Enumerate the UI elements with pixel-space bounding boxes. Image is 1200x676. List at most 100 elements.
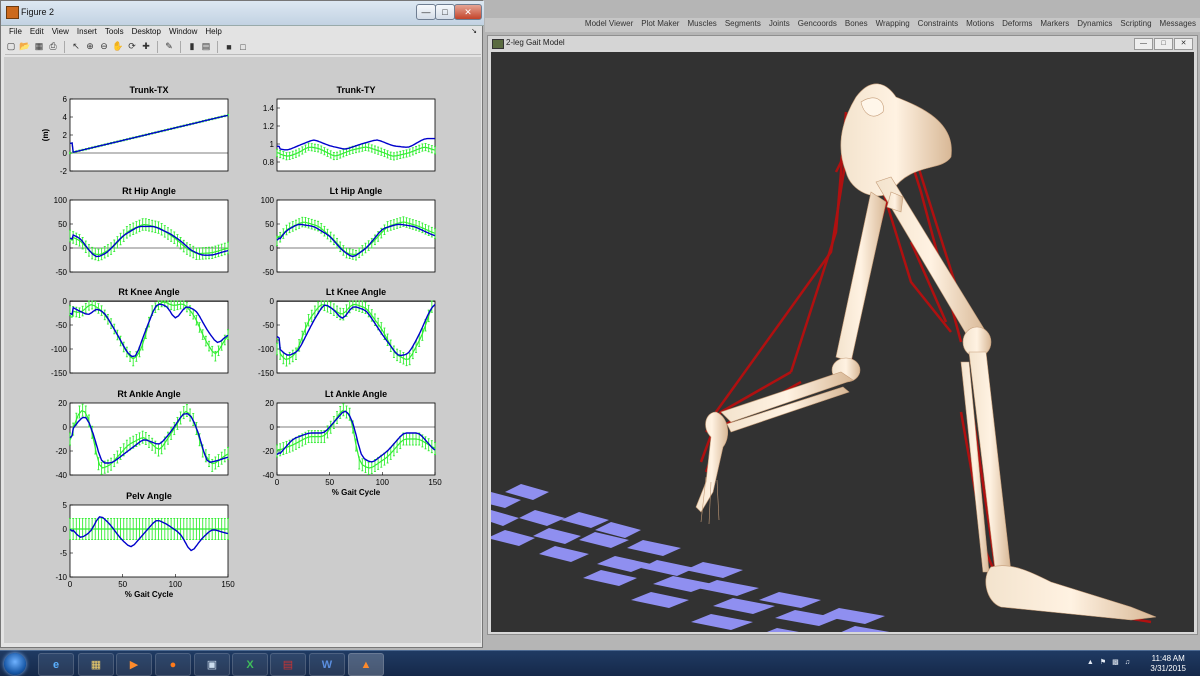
new-figure-icon[interactable]: ▢ — [5, 41, 17, 53]
plot-title: Trunk-TY — [336, 85, 375, 95]
x-tick-label: 0 — [68, 580, 73, 589]
system-tray: ▲ ⚑ ▩ ♫ — [1087, 658, 1130, 667]
app-menu-joints[interactable]: Joints — [765, 18, 794, 32]
volume-icon[interactable]: ♫ — [1125, 659, 1130, 666]
app-menu-model-viewer[interactable]: Model Viewer — [581, 18, 637, 32]
zoom-in-icon[interactable]: ⊕ — [84, 41, 96, 53]
word-taskbar-icon[interactable]: W — [309, 653, 345, 676]
y-tick-label: -5 — [60, 549, 68, 558]
figure-menu-edit[interactable]: Edit — [26, 26, 48, 39]
window-taskbar-icon[interactable]: ▣ — [194, 653, 230, 676]
y-tick-label: 20 — [265, 399, 274, 408]
app-menu-motions[interactable]: Motions — [962, 18, 998, 32]
clock[interactable]: 11:48 AM 3/31/2015 — [1150, 654, 1186, 674]
colorbar-icon[interactable]: ▮ — [186, 41, 198, 53]
close-button[interactable]: ✕ — [454, 4, 482, 20]
figure-window: Figure 2 — □ ✕ File Edit View Insert Tools De… — [0, 0, 484, 648]
legend-icon[interactable]: ▤ — [200, 41, 212, 53]
mv-close-button[interactable]: ✕ — [1174, 38, 1193, 50]
mv-maximize-button[interactable]: □ — [1154, 38, 1173, 50]
y-tick-label: -150 — [51, 369, 68, 378]
taskbar: e ▦ ▶ ● ▣ X ▤ W ▲ ▲ ⚑ ▩ ♫ 11:48 AM 3/31/… — [0, 650, 1200, 676]
minimize-button[interactable]: — — [416, 4, 436, 20]
subplot-trunk-tx: Trunk-TX -2 0 2 4 6 (m) — [41, 85, 229, 176]
save-icon[interactable]: ▦ — [33, 41, 45, 53]
app-menubar: Model Viewer Plot Maker Muscles Segments Joi… — [485, 18, 1200, 32]
subplot-lt-hip-angle: Lt Hip Angle -50 0 50 100 — [261, 186, 436, 277]
app-menu-dynamics[interactable]: Dynamics — [1073, 18, 1116, 32]
hide-plot-tools-icon[interactable]: ■ — [223, 41, 235, 53]
mv-minimize-button[interactable]: — — [1134, 38, 1153, 50]
app-menu-scripting[interactable]: Scripting — [1116, 18, 1155, 32]
flag-icon[interactable]: ⚑ — [1100, 658, 1106, 666]
figure-canvas: Trunk-TX -2 0 2 4 6 (m) Trunk-TY 0.8 1 1.2 1.4 Rt Hi… — [4, 57, 481, 643]
data-cursor-icon[interactable]: ✚ — [140, 41, 152, 53]
figure-menu-insert[interactable]: Insert — [73, 26, 101, 39]
y-tick-label: -50 — [55, 321, 67, 330]
media-player-icon: ▶ — [129, 659, 139, 671]
clock-time: 11:48 AM — [1151, 654, 1185, 663]
y-tick-label: 0 — [270, 423, 275, 432]
app-menu-constraints[interactable]: Constraints — [914, 18, 962, 32]
x-tick-label: 50 — [118, 580, 127, 589]
plot-title: Pelv Angle — [126, 491, 172, 501]
x-axis-label: % Gait Cycle — [125, 590, 174, 599]
pan-hand-icon[interactable]: ✋ — [112, 41, 124, 53]
app-menu-markers[interactable]: Markers — [1036, 18, 1073, 32]
tray-arrow-icon[interactable]: ▲ — [1087, 659, 1094, 666]
app-menu-plot-maker[interactable]: Plot Maker — [637, 18, 683, 32]
app-menu-messages[interactable]: Messages — [1156, 18, 1200, 32]
y-tick-label: -50 — [262, 268, 274, 277]
start-button[interactable] — [4, 653, 26, 675]
y-tick-label: 0 — [63, 297, 68, 306]
figure-menu-desktop[interactable]: Desktop — [128, 26, 165, 39]
x-axis-label: % Gait Cycle — [332, 488, 381, 497]
app-menu-segments[interactable]: Segments — [721, 18, 765, 32]
plot-title: Rt Hip Angle — [122, 186, 176, 196]
network-icon[interactable]: ▩ — [1112, 658, 1119, 666]
model-viewer-titlebar[interactable]: 2-leg Gait Model — □ ✕ — [488, 36, 1197, 50]
y-axis-label: (m) — [41, 128, 50, 141]
excel-taskbar-icon[interactable]: X — [232, 653, 268, 676]
app-menu-gencoords[interactable]: Gencoords — [794, 18, 841, 32]
figure-menu-window[interactable]: Window — [165, 26, 201, 39]
brush-icon[interactable]: ✎ — [163, 41, 175, 53]
show-plot-tools-icon[interactable]: □ — [237, 41, 249, 53]
model-viewer-canvas[interactable] — [491, 52, 1194, 632]
figure-menu-tools[interactable]: Tools — [101, 26, 128, 39]
app-menu-deforms[interactable]: Deforms — [998, 18, 1036, 32]
open-file-icon[interactable]: 📂 — [19, 41, 31, 53]
firefox-taskbar-icon[interactable]: ● — [155, 653, 191, 676]
plot-title: Rt Knee Angle — [118, 287, 179, 297]
plot-title: Rt Ankle Angle — [117, 389, 180, 399]
figure-titlebar[interactable]: Figure 2 — □ ✕ — [1, 1, 484, 26]
y-tick-label: 0 — [63, 525, 68, 534]
app-menu-muscles[interactable]: Muscles — [683, 18, 720, 32]
app-menu-bones[interactable]: Bones — [841, 18, 872, 32]
word-icon: W — [321, 658, 333, 671]
figure-menu-view[interactable]: View — [48, 26, 73, 39]
figure-menu-help[interactable]: Help — [201, 26, 225, 39]
ie-taskbar-icon[interactable]: e — [38, 653, 74, 676]
maximize-button[interactable]: □ — [435, 4, 455, 20]
app-menu-wrapping[interactable]: Wrapping — [872, 18, 914, 32]
y-tick-label: -20 — [55, 447, 67, 456]
matlab-taskbar-icon[interactable]: ▲ — [348, 653, 384, 676]
plot-area — [276, 98, 436, 172]
model-viewer-window: 2-leg Gait Model — □ ✕ — [487, 35, 1198, 635]
pointer-icon[interactable]: ↖ — [70, 41, 82, 53]
matlab-logo-icon: ▲ — [360, 658, 372, 671]
y-tick-label: 0 — [63, 149, 68, 158]
x-tick-label: 0 — [275, 478, 280, 487]
rotate-icon[interactable]: ⟳ — [126, 41, 138, 53]
monitor-taskbar-icon[interactable]: ▤ — [270, 653, 306, 676]
print-icon[interactable]: ⎙ — [47, 41, 59, 53]
explorer-taskbar-icon[interactable]: ▦ — [78, 653, 114, 676]
zoom-out-icon[interactable]: ⊖ — [98, 41, 110, 53]
plot-title: Trunk-TX — [129, 85, 168, 95]
media-taskbar-icon[interactable]: ▶ — [116, 653, 152, 676]
x-tick-label: 100 — [376, 478, 390, 487]
dock-arrow-icon[interactable]: ↘ — [467, 26, 481, 39]
figure-menu-file[interactable]: File — [5, 26, 26, 39]
plot-title: Lt Ankle Angle — [325, 389, 387, 399]
